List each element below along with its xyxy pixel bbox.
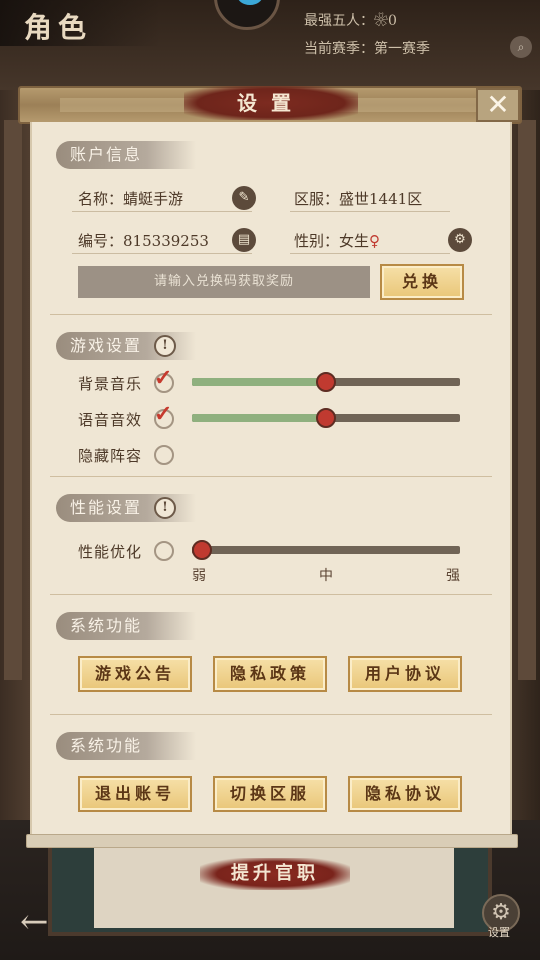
settings-label: 设置 (488, 926, 510, 939)
tick-medium: 中 (319, 568, 333, 584)
section-divider (50, 314, 492, 315)
switch-server-button[interactable]: 切换区服 (213, 776, 327, 812)
privacy-policy-button[interactable]: 隐私政策 (213, 656, 327, 692)
gender-field: 性别：女生♀ (294, 230, 380, 251)
name-label: 名称： (78, 190, 124, 208)
announcement-button[interactable]: 游戏公告 (78, 656, 192, 692)
female-symbol-icon: ♀ (369, 232, 380, 250)
season-value: 第一赛季 (374, 41, 430, 57)
section-divider (50, 714, 492, 715)
id-label: 编号： (78, 232, 124, 250)
gender-value: 女生 (339, 232, 370, 250)
voice-slider-fill (192, 414, 326, 422)
gender-underline (290, 253, 450, 254)
info-icon[interactable]: ! (154, 335, 176, 357)
name-value: 蜻蜓手游 (123, 190, 184, 208)
background-pillar (518, 120, 536, 680)
voice-checkbox[interactable]: ✓ (154, 401, 174, 429)
scroll-bottom-rod (26, 834, 518, 848)
settings-cog-icon[interactable]: ⚙ (448, 228, 472, 252)
hide-lineup-checkbox[interactable] (154, 445, 174, 465)
perf-optimize-checkbox[interactable] (154, 541, 174, 561)
close-button[interactable]: ✕ (476, 88, 520, 122)
promote-button[interactable]: 提升官职 (200, 858, 350, 890)
hide-lineup-label: 隐藏阵容 (78, 447, 143, 465)
checkmark-icon: ✓ (154, 365, 173, 391)
voice-slider[interactable] (192, 408, 460, 428)
checkmark-icon: ✓ (154, 401, 173, 427)
strongest-five-info: 最强五人：❀0 (304, 10, 397, 30)
user-agreement-button[interactable]: 用户协议 (348, 656, 462, 692)
privacy-agreement-button[interactable]: 隐私协议 (348, 776, 462, 812)
perf-slider[interactable] (192, 540, 460, 560)
voice-slider-knob[interactable] (316, 408, 336, 428)
info-icon[interactable]: ! (154, 497, 176, 519)
server-field: 区服：盛世1441区 (294, 188, 422, 209)
perf-slider-knob[interactable] (192, 540, 212, 560)
copy-scroll-icon[interactable]: ▤ (232, 228, 256, 252)
server-underline (290, 211, 450, 212)
paw-icon: ❀ (374, 13, 388, 29)
section-system-title: 系统功能 (56, 612, 196, 640)
redeem-code-input[interactable]: 请输入兑换码获取奖励 (78, 266, 370, 298)
page-title: 角色 (24, 11, 93, 44)
background-pillar (4, 120, 22, 680)
tick-strong: 强 (446, 568, 460, 584)
server-label: 区服： (294, 190, 340, 208)
bgm-slider-fill (192, 378, 326, 386)
id-field: 编号：815339253 (78, 230, 209, 251)
bgm-label: 背景音乐 (78, 375, 143, 393)
tick-weak: 弱 (192, 568, 206, 584)
section-account-title: 账户信息 (56, 141, 196, 169)
name-field: 名称：蜻蜓手游 (78, 188, 183, 209)
id-value: 815339253 (123, 232, 209, 250)
voice-label: 语音音效 (78, 411, 143, 429)
bgm-slider[interactable] (192, 372, 460, 392)
perf-optimize-label: 性能优化 (78, 543, 143, 561)
redeem-button[interactable]: 兑换 (380, 264, 464, 300)
logout-button[interactable]: 退出账号 (78, 776, 192, 812)
strongest-five-label: 最强五人： (304, 13, 374, 29)
dialog-title: 设置 (184, 86, 358, 120)
name-underline (72, 211, 252, 212)
season-label: 当前赛季： (304, 41, 374, 57)
bgm-slider-knob[interactable] (316, 372, 336, 392)
section-divider (50, 594, 492, 595)
gender-label: 性别： (294, 232, 340, 250)
server-value: 盛世1441区 (339, 190, 423, 208)
bird-icon (237, 0, 263, 5)
strongest-five-value: 0 (388, 13, 397, 29)
section-system-title-2: 系统功能 (56, 732, 196, 760)
season-info: 当前赛季：第一赛季 (304, 38, 430, 58)
search-icon[interactable]: ⌕ (510, 36, 532, 58)
section-divider (50, 476, 492, 477)
id-underline (72, 253, 252, 254)
edit-brush-icon[interactable]: ✎ (232, 186, 256, 210)
bgm-checkbox[interactable]: ✓ (154, 365, 174, 393)
back-arrow-icon[interactable]: ← (20, 902, 60, 942)
